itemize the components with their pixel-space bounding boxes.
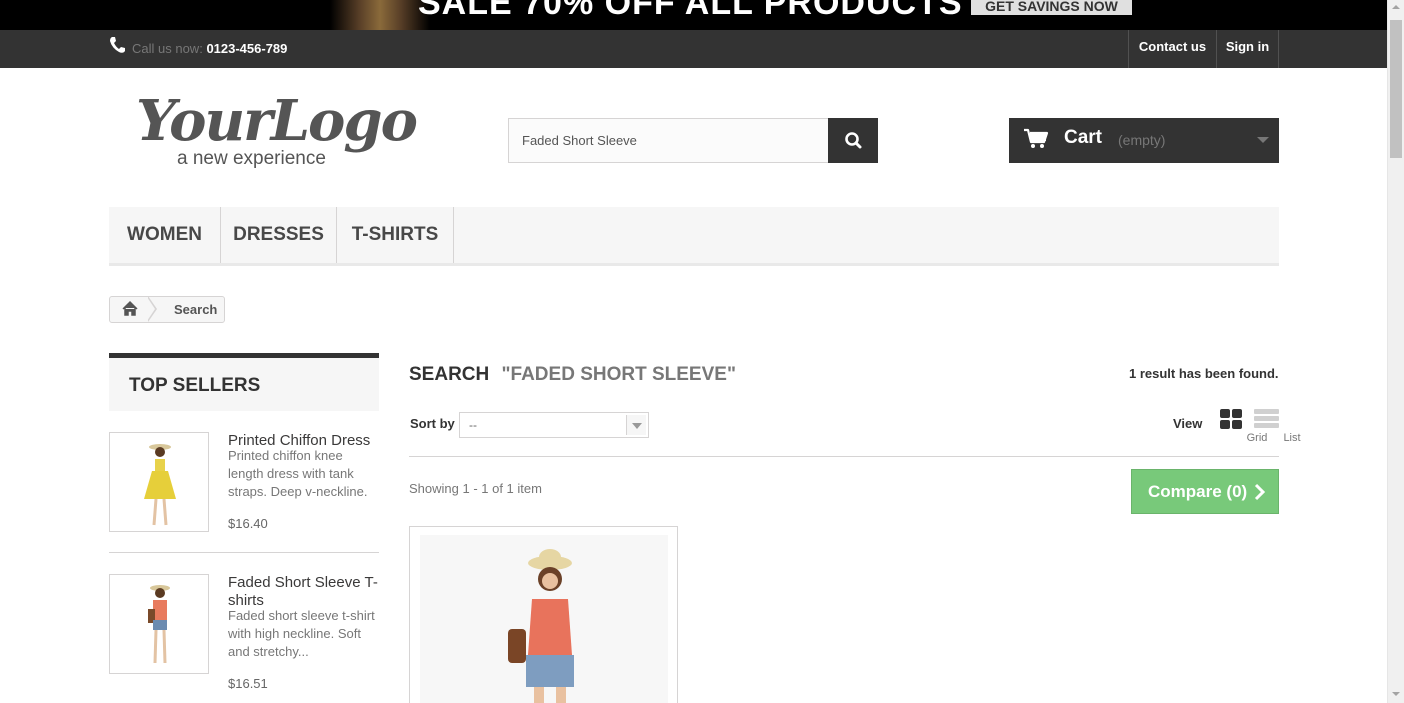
product-image: [144, 444, 176, 526]
logo-tagline: a new experience: [177, 148, 326, 169]
breadcrumb-current: Search: [174, 302, 218, 317]
page-scrollbar[interactable]: [1387, 0, 1404, 703]
compare-label: Compare (0): [1148, 482, 1248, 501]
sort-label: Sort by: [410, 416, 455, 431]
call-label: Call us now:: [132, 41, 203, 56]
page-title: SEARCH "FADED SHORT SLEEVE": [409, 364, 736, 386]
breadcrumb-separator-fill: [147, 297, 155, 321]
product-price: $16.51: [228, 676, 268, 691]
logo-script: YourLogo: [136, 88, 418, 154]
product-image: [420, 535, 668, 703]
top-sellers-title: TOP SELLERS: [129, 375, 261, 396]
sort-select-value: --: [469, 418, 477, 432]
menu-item-tshirts[interactable]: T-SHIRTS: [337, 207, 454, 263]
search-input[interactable]: [508, 118, 829, 163]
search-query: "FADED SHORT SLEEVE": [501, 364, 736, 385]
product-price: $16.40: [228, 516, 268, 531]
list-icon: [1254, 409, 1279, 428]
compare-button[interactable]: Compare (0): [1131, 469, 1279, 514]
view-list-button[interactable]: List: [1253, 408, 1301, 444]
menu-item-women[interactable]: WOMEN: [109, 207, 221, 263]
sort-dropdown-button[interactable]: [626, 415, 646, 435]
cart-icon: [1024, 128, 1049, 148]
product-description: Faded short sleeve t-shirt with high nec…: [228, 608, 375, 659]
divider: [109, 552, 379, 553]
grid-icon: [1220, 409, 1242, 429]
view-label: View: [1173, 416, 1203, 431]
view-list-label: List: [1283, 432, 1301, 444]
chevron-right-icon: [1254, 483, 1266, 501]
breadcrumb-home[interactable]: [110, 297, 152, 322]
scroll-up-icon[interactable]: [1392, 5, 1400, 9]
menu-item-dresses[interactable]: DRESSES: [221, 207, 337, 263]
results-count: 1 result has been found.: [1129, 366, 1279, 381]
main-menu: WOMEN DRESSES T-SHIRTS: [109, 207, 1279, 266]
call-us-text: Call us now: 0123-456-789: [132, 41, 287, 56]
search-button[interactable]: [828, 118, 878, 163]
showing-count: Showing 1 - 1 of 1 item: [409, 481, 542, 496]
cart-status: (empty): [1118, 132, 1166, 148]
cart-button[interactable]: Cart (empty): [1009, 118, 1279, 163]
sort-select[interactable]: --: [459, 412, 649, 438]
product-name[interactable]: Faded Short Sleeve T-shirts: [228, 574, 380, 610]
banner-photo: [330, 0, 430, 30]
search-heading: SEARCH: [409, 364, 490, 385]
chevron-down-icon: [1257, 137, 1269, 143]
promo-banner[interactable]: SALE 70% OFF ALL PRODUCTS GET SAVINGS NO…: [0, 0, 1387, 30]
product-description: Printed chiffon knee length dress with t…: [228, 448, 368, 499]
divider: [409, 456, 1279, 457]
product-thumbnail[interactable]: [109, 432, 209, 532]
view-grid-button[interactable]: Grid: [1218, 408, 1267, 444]
site-logo[interactable]: YourLogo a new experience: [136, 88, 418, 172]
top-sellers-header: TOP SELLERS: [109, 353, 379, 411]
chevron-down-icon: [632, 423, 642, 429]
phone-icon: [110, 37, 125, 53]
product-image: [148, 585, 170, 664]
banner-cta-button[interactable]: GET SAVINGS NOW: [971, 0, 1132, 15]
scrollbar-thumb[interactable]: [1390, 20, 1402, 158]
scroll-down-icon[interactable]: [1392, 692, 1400, 696]
banner-headline: SALE 70% OFF ALL PRODUCTS: [418, 0, 963, 22]
contact-us-link[interactable]: Contact us: [1128, 30, 1216, 68]
breadcrumb: Search: [109, 296, 225, 323]
product-card[interactable]: [409, 526, 678, 703]
home-icon: [122, 300, 138, 316]
product-thumbnail[interactable]: [109, 574, 209, 674]
search-icon: [845, 132, 862, 149]
top-nav-bar: Call us now: 0123-456-789 Contact us Sig…: [0, 30, 1387, 68]
sign-in-link[interactable]: Sign in: [1216, 30, 1279, 68]
phone-number: 0123-456-789: [206, 41, 288, 56]
cart-label: Cart: [1064, 127, 1103, 148]
